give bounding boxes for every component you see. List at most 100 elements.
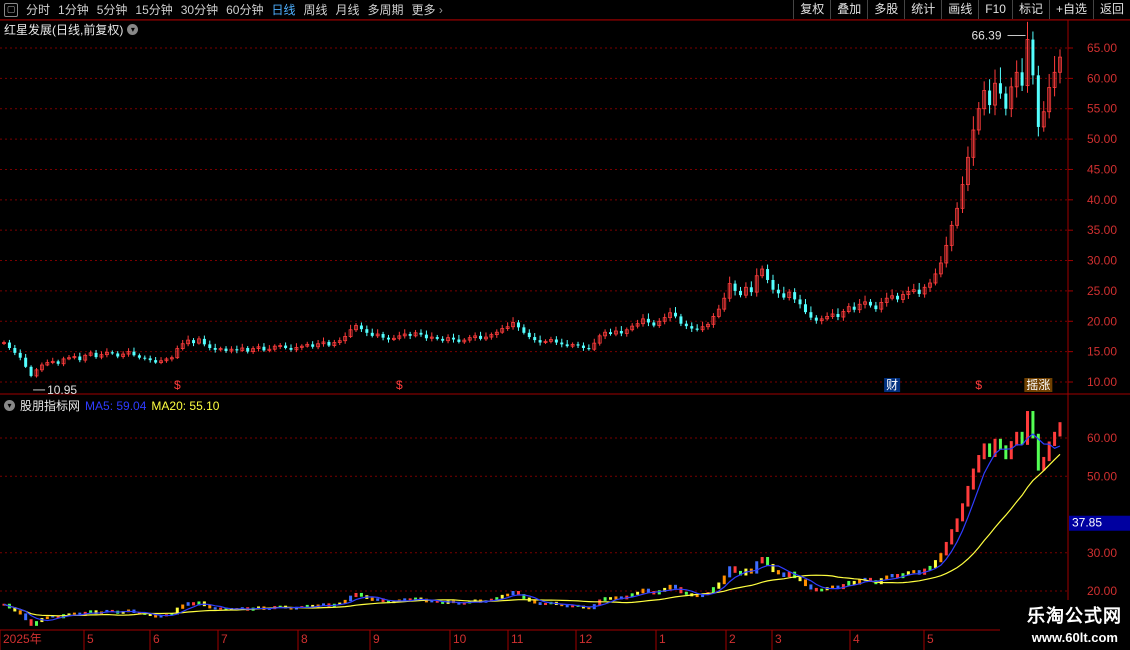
indicator-bar (933, 560, 937, 568)
x-axis-label: 2 (729, 632, 736, 646)
indicator-bar (755, 561, 759, 574)
y-tick-label: 20.00 (1087, 314, 1117, 328)
x-axis-label: 1 (659, 632, 666, 646)
y-tick-label: 40.00 (1087, 193, 1117, 207)
indicator-bar (1004, 445, 1008, 460)
indicator-bar (354, 592, 358, 598)
candle-body (560, 342, 564, 345)
indicator-bar (603, 597, 607, 601)
indicator-bar (1009, 441, 1013, 460)
candle-body (738, 290, 742, 296)
candle-body (814, 317, 818, 321)
candle-body (479, 335, 483, 339)
candle-body (852, 306, 856, 310)
candle-body (527, 332, 531, 338)
indicator-bar (349, 595, 353, 602)
indicator-bar (776, 570, 780, 575)
y-tick-label: 65.00 (1087, 41, 1117, 55)
candle-body (457, 339, 461, 342)
y-tick-label: 35.00 (1087, 223, 1117, 237)
candle-body (148, 358, 152, 361)
candle-body (646, 318, 650, 323)
event-marker: $ (174, 378, 181, 392)
candle-body (18, 352, 22, 358)
indicator-bar (760, 557, 764, 564)
y-tick-label: 60.00 (1087, 71, 1117, 85)
indicator-bar (506, 593, 510, 597)
candle-body (29, 366, 33, 376)
candle-body (1004, 93, 1008, 109)
candle-body (94, 352, 98, 358)
candle-body (78, 356, 82, 361)
candle-body (359, 325, 363, 330)
indicator-bar (213, 607, 217, 610)
x-axis-label: 2025年 (3, 632, 42, 646)
candle-body (874, 305, 878, 310)
candle-body (565, 344, 569, 347)
indicator-bar (939, 553, 943, 563)
indicator-bar (814, 587, 818, 592)
candle-body (435, 337, 439, 339)
watermark-title: 乐淘公式网 (1027, 606, 1122, 626)
candle-body (110, 352, 114, 354)
indicator-bar (538, 602, 542, 606)
indicator-bar (89, 610, 93, 613)
candle-body (419, 332, 423, 335)
indicator-bar (998, 438, 1002, 450)
indicator-bar (782, 572, 786, 577)
indicator-bar (24, 613, 28, 621)
indicator-bar (370, 597, 374, 601)
candle-body (137, 355, 141, 358)
indicator-bar (847, 580, 851, 586)
y-tick-label: 25.00 (1087, 284, 1117, 298)
candle-body (143, 357, 147, 359)
x-axis-label: 9 (373, 632, 380, 646)
candle-body (587, 347, 591, 350)
candle-body (679, 316, 683, 324)
indicator-bar (717, 582, 721, 589)
x-axis-label: 6 (153, 632, 160, 646)
indicator-bar (798, 576, 802, 582)
indicator-bar (29, 619, 33, 626)
indicator-bar (533, 600, 537, 604)
candle-body (56, 361, 60, 364)
indicator-bar (18, 610, 22, 615)
candle-body (771, 279, 775, 290)
indicator-bar (679, 587, 683, 594)
candle-body (132, 351, 136, 356)
x-axis-label: 11 (511, 632, 524, 646)
candle-body (365, 329, 369, 333)
y-tick-label: 50.00 (1087, 132, 1117, 146)
candle-body (116, 353, 120, 357)
y-tick-label: 15.00 (1087, 345, 1117, 359)
indicator-bar (982, 443, 986, 460)
indicator-bar (961, 503, 965, 522)
kline-chart[interactable]: 65.00 60.00 55.00 50.00 45.00 40.00 35.00 30.00… (0, 0, 1130, 650)
candle-body (381, 334, 385, 338)
x-axis-label: 5 (87, 632, 94, 646)
x-axis-label: 4 (853, 632, 860, 646)
indicator-bar (34, 621, 38, 626)
indicator-bar (944, 541, 948, 556)
candle-body (998, 83, 1002, 94)
candle-body (408, 334, 412, 336)
indicator-bar (950, 529, 954, 545)
y-tick-label: 30.00 (1087, 254, 1117, 268)
y-tick-label: 55.00 (1087, 102, 1117, 116)
candle-body (262, 346, 266, 351)
candle-body (554, 339, 558, 343)
indicator-bar (646, 588, 650, 593)
y-tick-label: 50.00 (1087, 469, 1117, 483)
indicator-bar (511, 591, 515, 596)
candle-body (13, 347, 17, 353)
candle-body (202, 338, 206, 345)
candle-body (766, 269, 770, 280)
candle-body (538, 340, 542, 343)
indicator-bar (674, 584, 678, 589)
indicator-bar (766, 557, 770, 567)
candle-body (1020, 72, 1024, 86)
indicator-bar (955, 518, 959, 532)
candle-body (684, 323, 688, 327)
ma20-line (3, 453, 1061, 617)
indicator-bar (668, 584, 672, 590)
